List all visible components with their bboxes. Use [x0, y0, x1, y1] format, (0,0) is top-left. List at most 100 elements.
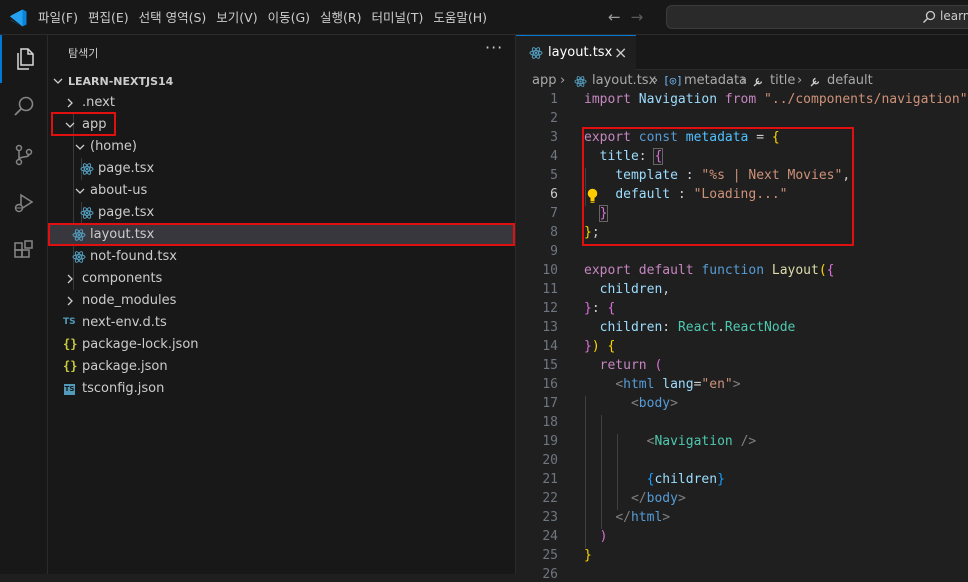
chevron-right-icon: ›	[560, 73, 566, 88]
react-icon	[80, 163, 94, 175]
run-debug-icon	[14, 193, 34, 213]
line-number: 15	[542, 358, 558, 373]
line-number: 8	[550, 225, 558, 240]
search-icon	[923, 10, 936, 23]
code-token: }	[717, 472, 725, 487]
chevron-right-icon	[67, 98, 73, 108]
code-token: </	[630, 491, 647, 506]
code-token: {	[607, 301, 616, 316]
more-actions-icon[interactable]: ···	[485, 38, 503, 57]
chevron-down-icon	[75, 188, 85, 194]
code-line: export default function Layout({	[584, 263, 835, 278]
menu-view[interactable]: 보기(V)	[211, 0, 262, 35]
code-line: </body>	[584, 491, 686, 506]
breadcrumb-metadata[interactable]: metadata	[684, 73, 747, 88]
code-line: children,	[599, 282, 671, 297]
code-token: >	[677, 491, 686, 506]
tab-layout-tsx[interactable]: layout.tsx ×	[516, 35, 636, 70]
activity-bar	[0, 35, 48, 574]
chevron-right-icon: ›	[797, 73, 803, 88]
workspace-root[interactable]: LEARN-NEXTJS14	[48, 70, 515, 92]
code-token: Navigation	[638, 92, 718, 107]
files-icon	[17, 48, 34, 70]
code-token: html	[623, 377, 655, 392]
tree-file-next-env[interactable]: TS next-env.d.ts	[48, 312, 515, 334]
chevron-right-icon: ›	[741, 73, 747, 88]
tree-folder-components[interactable]: components	[48, 268, 515, 290]
tree-folder-node-modules[interactable]: node_modules	[48, 290, 515, 312]
tree-file-tsconfig[interactable]: TS tsconfig.json	[48, 378, 515, 400]
close-icon[interactable]: ×	[614, 43, 627, 62]
code-token: >	[662, 510, 671, 525]
command-center-search[interactable]: learn-	[666, 5, 968, 29]
forward-arrow-icon[interactable]: →	[631, 8, 644, 26]
line-number: 13	[542, 320, 558, 335]
breadcrumb-title[interactable]: title	[770, 73, 795, 88]
code-line: import Navigation from "../components/na…	[584, 92, 968, 107]
nav-arrows: ← →	[608, 8, 643, 26]
tree-folder-home[interactable]: (home)	[48, 136, 515, 158]
search-icon	[14, 96, 34, 116]
highlight-box-metadata	[582, 127, 854, 246]
line-number: 14	[542, 339, 558, 354]
variable-icon: [◎]	[663, 74, 683, 87]
tree-item-label: node_modules	[82, 293, 177, 308]
code-token: html	[630, 510, 663, 525]
menu-help[interactable]: 도움말(H)	[428, 0, 492, 35]
menu-selection[interactable]: 선택 영역(S)	[134, 0, 212, 35]
tree-file-home-page[interactable]: page.tsx	[48, 158, 515, 180]
tree-item-label: next-env.d.ts	[82, 315, 167, 330]
code-token: Navigation	[654, 434, 733, 449]
menu-run[interactable]: 실행(R)	[315, 0, 366, 35]
editor-tabs: layout.tsx ×	[516, 35, 968, 70]
editor-area: layout.tsx × app › layout.tsx › [◎] meta…	[516, 35, 968, 582]
line-number: 24	[542, 529, 558, 544]
react-icon	[529, 47, 543, 59]
explorer-title: 탐색기	[68, 47, 99, 60]
code-editor[interactable]: 1 2 3 4 5 6 7 8 9 10 11 12 13 14 15 16 1…	[516, 92, 968, 582]
tree-file-not-found[interactable]: not-found.tsx	[48, 246, 515, 268]
tree-item-label: .next	[82, 95, 115, 110]
line-number: 1	[550, 92, 558, 107]
line-number: 22	[542, 491, 558, 506]
code-token: {	[607, 339, 616, 354]
search-activity[interactable]	[0, 83, 48, 131]
tree-file-about-page[interactable]: page.tsx	[48, 202, 515, 224]
breadcrumb-default[interactable]: default	[827, 73, 873, 88]
line-number: 2	[550, 111, 558, 126]
run-debug-activity[interactable]	[0, 179, 48, 227]
line-number: 17	[542, 396, 558, 411]
code-token: >	[732, 377, 741, 392]
code-token: (	[818, 263, 827, 278]
extensions-activity[interactable]	[0, 227, 48, 275]
json-icon: {}	[63, 337, 78, 351]
source-control-activity[interactable]	[0, 131, 48, 179]
code-token: }	[584, 339, 592, 354]
tree-folder-app[interactable]: app	[48, 114, 515, 136]
menu-edit[interactable]: 편집(E)	[83, 0, 134, 35]
breadcrumb-file[interactable]: layout.tsx	[592, 73, 656, 88]
menu-terminal[interactable]: 터미널(T)	[367, 0, 429, 35]
code-token: )	[591, 339, 600, 354]
line-number: 19	[542, 434, 558, 449]
code-token: ReactNode	[724, 320, 796, 335]
code-token: }	[584, 548, 592, 563]
code-token: React	[677, 320, 718, 335]
breadcrumb-app[interactable]: app	[532, 73, 556, 88]
menu-go[interactable]: 이동(G)	[263, 0, 315, 35]
chevron-down-icon	[53, 78, 63, 84]
code-token: </	[615, 510, 631, 525]
wrench-icon	[753, 77, 763, 87]
tree-file-package-lock[interactable]: {} package-lock.json	[48, 334, 515, 356]
menu-file[interactable]: 파일(F)	[33, 0, 83, 35]
explorer-activity[interactable]	[0, 35, 48, 83]
line-number: 23	[542, 510, 558, 525]
code-line: )	[584, 529, 608, 544]
tree-folder-about-us[interactable]: about-us	[48, 180, 515, 202]
code-token: return	[599, 358, 647, 373]
tree-item-label: page.tsx	[98, 161, 155, 176]
line-number: 25	[542, 548, 558, 563]
back-arrow-icon[interactable]: ←	[608, 8, 621, 26]
tree-file-package[interactable]: {} package.json	[48, 356, 515, 378]
tree-folder-next[interactable]: .next	[48, 92, 515, 114]
